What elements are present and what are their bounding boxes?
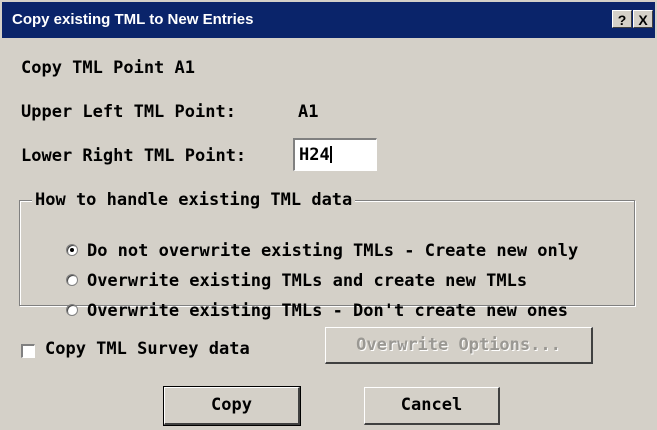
- text-caret: [329, 146, 332, 163]
- upper-left-label: Upper Left TML Point:: [21, 102, 236, 122]
- radio-option-label: Overwrite existing TMLs - Don't create n…: [86, 301, 568, 321]
- help-button[interactable]: ?: [612, 10, 632, 28]
- groupbox-legend: How to handle existing TML data: [32, 190, 356, 210]
- radio-button[interactable]: [65, 304, 78, 316]
- copy-button[interactable]: Copy: [163, 386, 301, 426]
- copy-tml-dialog: Copy existing TML to New Entries ? X Cop…: [0, 0, 657, 430]
- close-button[interactable]: X: [633, 10, 653, 28]
- lower-right-input-value: H24: [299, 145, 330, 165]
- title-bar[interactable]: Copy existing TML to New Entries ? X: [2, 2, 655, 38]
- upper-left-value: A1: [298, 102, 319, 122]
- lower-right-input[interactable]: H24: [293, 138, 377, 171]
- copy-survey-label[interactable]: Copy TML Survey data: [45, 339, 250, 359]
- copy-point-label: Copy TML Point A1: [21, 58, 195, 78]
- copy-survey-checkbox[interactable]: [21, 344, 35, 358]
- overwrite-options-button[interactable]: Overwrite Options...: [325, 327, 593, 364]
- lower-right-label: Lower Right TML Point:: [21, 146, 247, 166]
- window-title: Copy existing TML to New Entries: [12, 11, 254, 28]
- cancel-button[interactable]: Cancel: [364, 387, 500, 425]
